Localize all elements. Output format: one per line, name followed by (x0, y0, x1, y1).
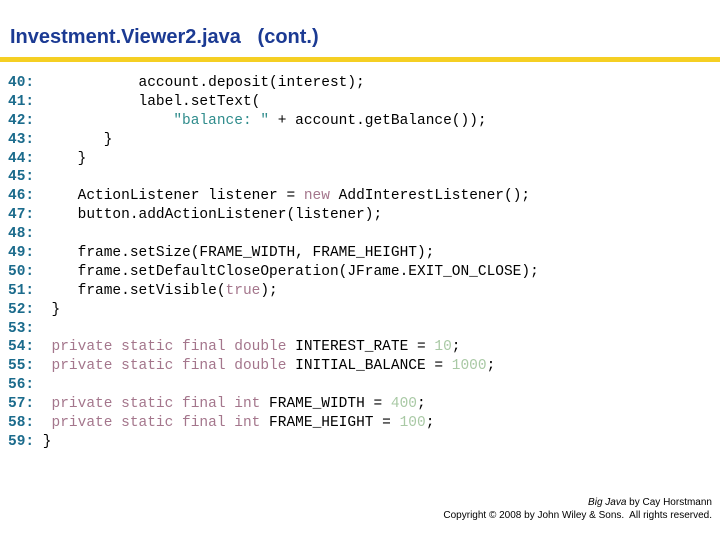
code-token-plain: ActionListener listener = (34, 188, 304, 205)
code-line-number: 51: (8, 282, 35, 299)
code-token-plain: + account.getBalance()); (269, 112, 487, 129)
code-line: 47: button.addActionListener(listener); (8, 206, 720, 225)
code-token-plain: INTEREST_RATE = (286, 339, 435, 356)
code-token-keyword: private static final double (34, 358, 287, 375)
footer-book-title: Big Java (588, 497, 627, 508)
code-token-plain: account.deposit(interest); (34, 75, 365, 91)
code-token-keyword: new (303, 188, 330, 205)
code-token-number: 1000 (451, 358, 487, 375)
code-token-keyword: private static final int (34, 415, 261, 432)
code-token-keyword: private static final double (34, 339, 287, 356)
code-listing: 40: account.deposit(interest); 41: label.… (8, 74, 720, 452)
code-token-plain: label.setText( (34, 93, 261, 110)
code-line-number: 43: (8, 131, 35, 148)
code-line: 49: frame.setSize(FRAME_WIDTH, FRAME_HEI… (8, 244, 720, 263)
code-token-number: 10 (434, 339, 452, 356)
code-line-number: 57: (8, 396, 35, 413)
slide-footer: Big Java by Cay Horstmann Copyright © 20… (0, 496, 712, 522)
code-token-number: 100 (399, 415, 426, 432)
footer-author: by Cay Horstmann (626, 497, 712, 508)
code-line: 56: (8, 376, 720, 395)
code-token-plain: frame.setSize(FRAME_WIDTH, FRAME_HEIGHT)… (34, 245, 435, 262)
code-line: 42: "balance: " + account.getBalance()); (8, 112, 720, 131)
code-line: 48: (8, 225, 720, 244)
code-token-plain: frame.setDefaultCloseOperation(JFrame.EX… (34, 263, 539, 280)
code-line: 51: frame.setVisible(true); (8, 282, 720, 301)
code-line: 46: ActionListener listener = new AddInt… (8, 187, 720, 206)
code-line: 43: } (8, 131, 720, 150)
code-line-number: 40: (8, 75, 35, 91)
code-line-number: 50: (8, 263, 35, 280)
title-underline-rule (0, 57, 720, 62)
code-line: 40: account.deposit(interest); (8, 74, 720, 93)
code-token-plain: button.addActionListener(listener); (34, 207, 383, 224)
code-line-number: 54: (8, 339, 35, 356)
code-token-plain: ; (451, 339, 461, 356)
code-token-string: "balance: " (173, 112, 270, 129)
code-line: 52: } (8, 301, 720, 320)
code-line: 41: label.setText( (8, 93, 720, 112)
code-line-number: 56: (8, 377, 35, 394)
code-line-number: 55: (8, 358, 35, 375)
code-line-number: 46: (8, 188, 35, 205)
code-token-plain: ; (425, 415, 435, 432)
code-token-plain: ; (417, 396, 426, 413)
code-token-keyword: private static final int (34, 396, 261, 413)
code-token-number: 400 (390, 396, 417, 413)
code-line: 50: frame.setDefaultCloseOperation(JFram… (8, 263, 720, 282)
code-line: 57: private static final int FRAME_WIDTH… (8, 395, 720, 414)
code-token-plain: } (34, 131, 113, 148)
code-line: 59: } (8, 433, 720, 452)
code-line: 53: (8, 320, 720, 339)
code-token-plain: AddInterestListener(); (329, 188, 531, 205)
code-line: 54: private static final double INTEREST… (8, 338, 720, 357)
footer-credit: Big Java by Cay Horstmann (0, 496, 712, 509)
code-line-number: 52: (8, 301, 35, 318)
code-token-plain: INITIAL_BALANCE = (286, 358, 452, 375)
code-token-keyword: true (225, 282, 261, 299)
code-token-plain: } (34, 150, 87, 167)
code-line-number: 44: (8, 150, 35, 167)
code-line-number: 41: (8, 93, 35, 110)
code-token-plain: FRAME_WIDTH = (260, 396, 391, 413)
code-token-plain: ); (260, 282, 278, 299)
code-line: 45: (8, 168, 720, 187)
code-line-number: 58: (8, 415, 35, 432)
code-line-number: 53: (8, 320, 35, 337)
code-token-plain: } (34, 433, 52, 450)
code-line-number: 48: (8, 226, 35, 243)
page-title: Investment.Viewer2.java (cont.) (10, 26, 319, 48)
code-token-plain: ; (486, 358, 496, 375)
code-token-plain: } (34, 301, 61, 318)
code-line: 58: private static final int FRAME_HEIGH… (8, 414, 720, 433)
code-line-number: 49: (8, 245, 35, 262)
footer-copyright: Copyright © 2008 by John Wiley & Sons. A… (443, 510, 712, 521)
code-line-number: 45: (8, 169, 35, 186)
code-line-number: 42: (8, 112, 35, 129)
code-token-plain: frame.setVisible( (34, 282, 226, 299)
code-token-plain: FRAME_HEIGHT = (260, 415, 400, 432)
code-line: 44: } (8, 150, 720, 169)
code-line: 55: private static final double INITIAL_… (8, 357, 720, 376)
code-line-number: 59: (8, 433, 35, 450)
code-line-number: 47: (8, 207, 35, 224)
